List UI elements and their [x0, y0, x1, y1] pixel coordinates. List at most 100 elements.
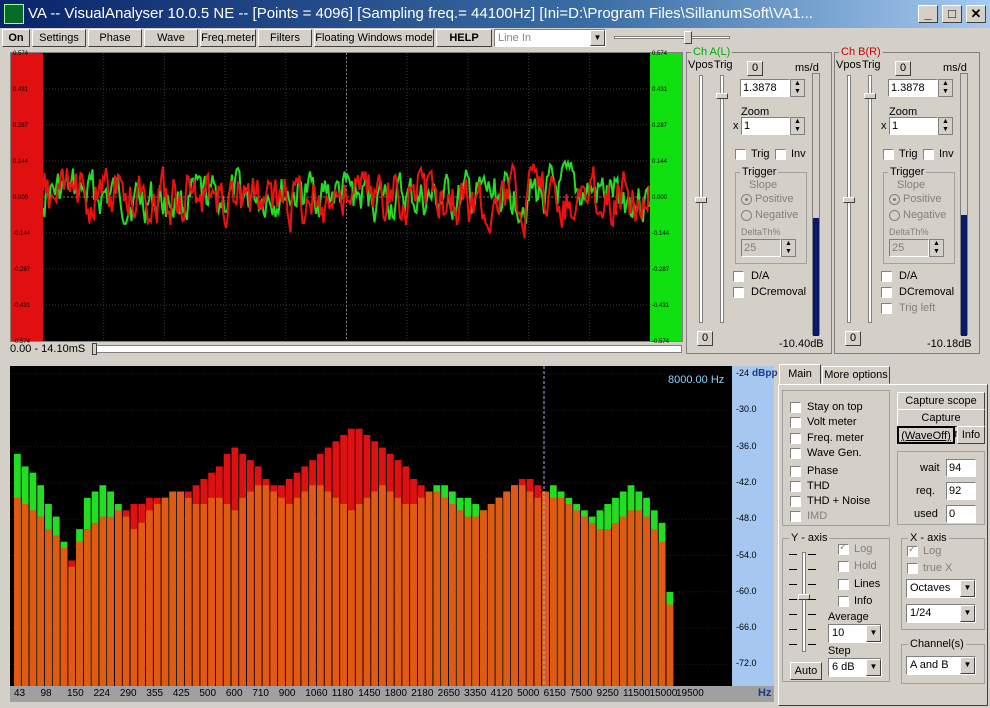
freq-meter-checkbox[interactable] [790, 433, 801, 444]
wave-button[interactable]: Wave [144, 29, 198, 47]
imd-checkbox[interactable] [790, 511, 801, 522]
volt-meter-checkbox[interactable] [790, 417, 801, 428]
volume-slider[interactable] [614, 36, 730, 39]
phase-button[interactable]: Phase [88, 29, 142, 47]
cha-zoom-x: x [733, 120, 739, 132]
maximize-button[interactable]: □ [942, 5, 962, 23]
imd-label: IMD [807, 510, 828, 522]
spectrum-bar-overlap [355, 504, 363, 686]
channel-b-panel: Ch B(R) Vpos Trig 0 ms/d 1.3878 ▲ ▼ Zoom x 1 ▲ ▼ Trig… [834, 46, 980, 354]
help-button[interactable]: HELP [436, 29, 492, 47]
chb-deltath-spinner[interactable]: ▲ ▼ [929, 239, 944, 257]
tab-more-options[interactable]: More options [822, 366, 890, 384]
x-scale-select[interactable]: Octaves ▼ [906, 579, 976, 598]
cha-msd-field[interactable]: 1.3878 [740, 79, 790, 97]
chb-dcremoval-checkbox[interactable] [881, 287, 892, 298]
chb-dcremoval-label: DCremoval [899, 286, 955, 298]
spectrum-bar-overlap [45, 529, 52, 686]
tab-main[interactable]: Main [779, 364, 821, 384]
chb-zoom-spinner[interactable]: ▲ ▼ [938, 117, 953, 135]
cha-bottom-zero-button[interactable]: 0 [697, 331, 713, 346]
input-select[interactable]: Line In ▼ [494, 29, 606, 47]
chb-msd-spinner[interactable]: ▲ ▼ [938, 79, 953, 97]
waveoff-button[interactable]: (WaveOff) [897, 426, 955, 444]
scope-position-scrollbar[interactable] [92, 345, 682, 353]
cha-da-label: D/A [751, 270, 770, 282]
auto-button[interactable]: Auto [790, 662, 822, 680]
cha-zoom-spinner[interactable]: ▲ ▼ [790, 117, 805, 135]
y-axis-slider-tick [789, 569, 797, 570]
cha-msd-spinner[interactable]: ▲ ▼ [790, 79, 805, 97]
thd-checkbox[interactable] [790, 481, 801, 492]
y-info-checkbox[interactable] [838, 596, 849, 607]
settings-button[interactable]: Settings [32, 29, 86, 47]
cha-trig-checkbox[interactable] [735, 149, 746, 160]
cha-trig-slider[interactable] [720, 75, 724, 323]
y-log-checkbox[interactable] [838, 542, 849, 555]
chb-trig-thumb[interactable] [864, 93, 876, 99]
cha-trig-thumb[interactable] [716, 93, 728, 99]
x-log-checkbox[interactable] [907, 544, 918, 557]
cha-inv-checkbox[interactable] [775, 149, 786, 160]
y-lines-checkbox[interactable] [838, 579, 849, 590]
chb-zero-button[interactable]: 0 [895, 61, 911, 76]
close-button[interactable]: ✕ [966, 5, 986, 23]
thd-noise-checkbox[interactable] [790, 496, 801, 507]
x-fraction-select[interactable]: 1/24 ▼ [906, 604, 976, 623]
floating-windows-button[interactable]: Floating Windows mode [314, 29, 434, 47]
chb-trig-slider[interactable] [868, 75, 872, 323]
spectrum-x-tick: 9250 [596, 688, 619, 699]
wave-gen-checkbox[interactable] [790, 448, 801, 459]
chb-trig-left-label: Trig left [899, 302, 936, 314]
scope-left-scale-label: -0.431 [13, 303, 31, 309]
chb-trig-checkbox[interactable] [883, 149, 894, 160]
chb-zoom-field[interactable]: 1 [889, 117, 938, 135]
chb-inv-checkbox[interactable] [923, 149, 934, 160]
input-select-value: Line In [498, 32, 532, 44]
spectrum-bar-overlap [153, 504, 161, 686]
freq-meter-button[interactable]: Freq.meter [200, 29, 256, 47]
spectrum-x-tick: 2180 [411, 688, 434, 699]
on-button[interactable]: On [2, 29, 30, 47]
y-hold-checkbox[interactable] [838, 561, 849, 572]
capture-spectrum-button[interactable]: Capture spectrum [897, 409, 985, 440]
spectrum-bar-overlap [146, 510, 153, 686]
cha-zoom-field[interactable]: 1 [741, 117, 790, 135]
chb-vpos-thumb[interactable] [843, 197, 855, 203]
cha-dcremoval-checkbox[interactable] [733, 287, 744, 298]
oscilloscope-display: 0.574 0.431 0.287 0.144 0.000 -0.144 -0.287 -0.… [10, 51, 683, 345]
volume-slider-thumb[interactable] [684, 31, 692, 44]
spectrum-bar-overlap [301, 491, 309, 686]
y-axis-slider-track[interactable] [802, 552, 806, 652]
chb-deltath-field[interactable]: 25 [889, 239, 929, 257]
cha-deltath-field[interactable]: 25 [741, 239, 781, 257]
info-button[interactable]: Info [957, 426, 985, 444]
true-x-checkbox[interactable] [907, 563, 918, 574]
chb-negative-radio[interactable] [889, 210, 900, 221]
chb-msd-field[interactable]: 1.3878 [888, 79, 938, 97]
cha-negative-radio[interactable] [741, 210, 752, 221]
spectrum-bar-overlap [208, 497, 215, 686]
cha-vpos-thumb[interactable] [695, 197, 707, 203]
cha-zero-button[interactable]: 0 [747, 61, 763, 76]
capture-scope-button[interactable]: Capture scope [897, 392, 985, 410]
step-select[interactable]: 6 dB ▼ [828, 658, 882, 677]
filters-button[interactable]: Filters [258, 29, 312, 47]
cha-da-checkbox[interactable] [733, 271, 744, 282]
average-select[interactable]: 10 ▼ [828, 624, 882, 643]
stay-on-top-checkbox[interactable] [790, 402, 801, 413]
spectrum-bar-overlap [441, 497, 448, 686]
spectrum-x-tick: 43 [14, 688, 26, 699]
chb-positive-radio[interactable] [889, 194, 900, 205]
chb-trig-left-checkbox[interactable] [881, 303, 892, 314]
channels-select[interactable]: A and B ▼ [906, 656, 976, 675]
spectrum-bar-overlap [177, 491, 184, 686]
chb-bottom-zero-button[interactable]: 0 [845, 331, 861, 346]
phase-checkbox[interactable] [790, 466, 801, 477]
cha-positive-radio[interactable] [741, 194, 752, 205]
scope-position-thumb[interactable] [92, 343, 97, 355]
cha-deltath-spinner[interactable]: ▲ ▼ [781, 239, 796, 257]
minimize-button[interactable]: _ [918, 5, 938, 23]
chb-da-checkbox[interactable] [881, 271, 892, 282]
x-axis-title: X - axis [908, 532, 949, 544]
